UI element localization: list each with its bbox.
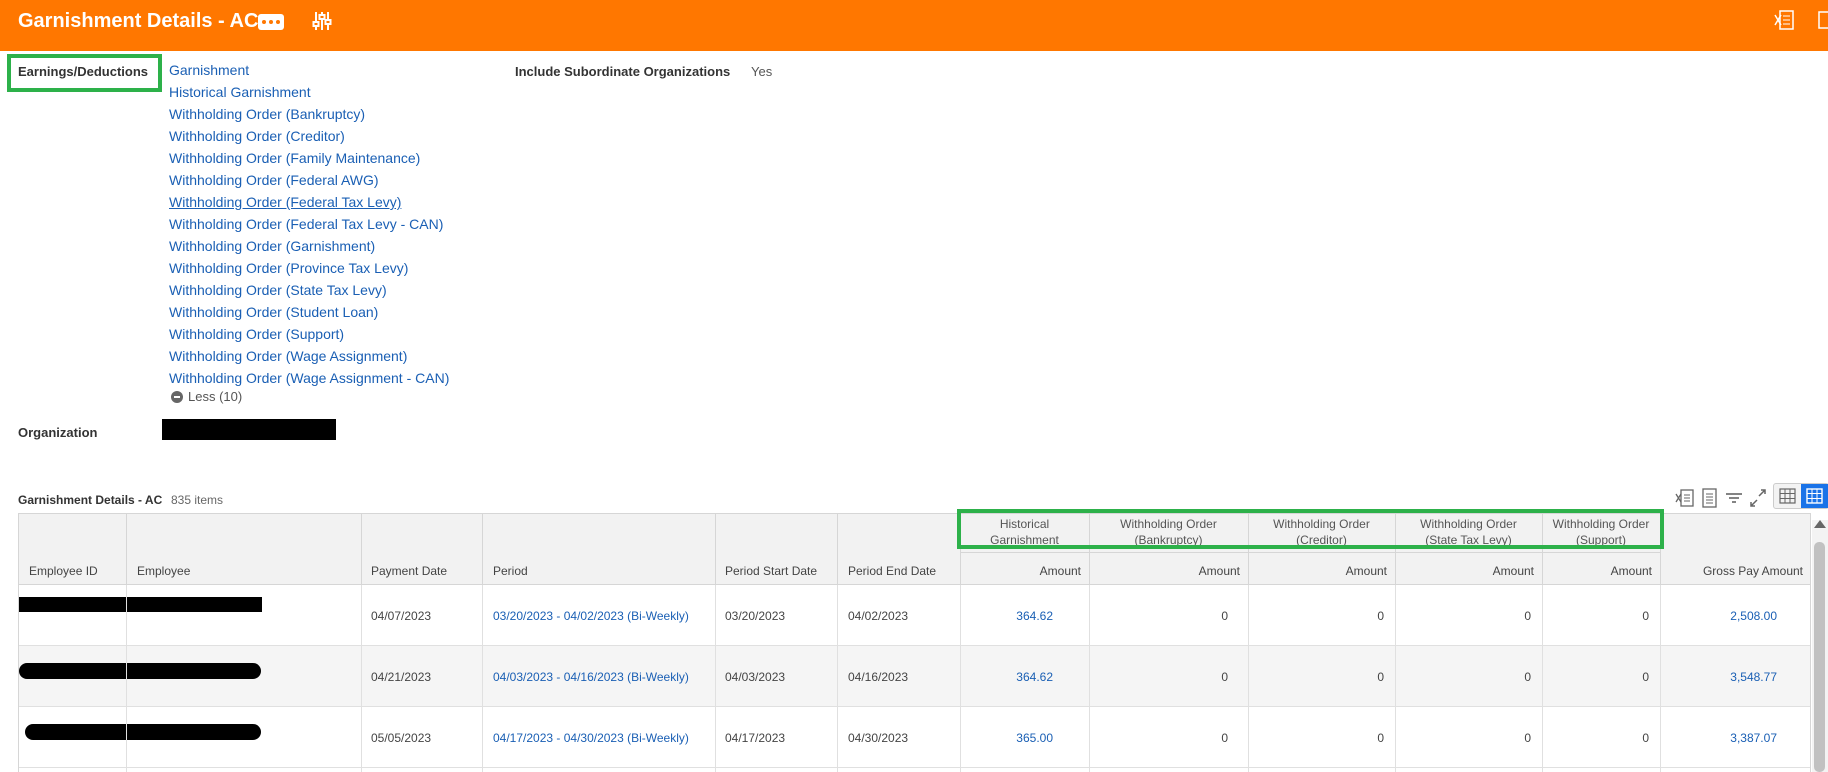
earning-item[interactable]: Withholding Order (Federal AWG) [169, 172, 449, 194]
view-toggle[interactable] [1773, 483, 1828, 509]
earning-item[interactable]: Withholding Order (Federal Tax Levy) [169, 194, 449, 216]
historical-amount-link[interactable]: 364.62 [960, 609, 1053, 623]
payment-date-cell: 04/21/2023 [371, 670, 432, 684]
grid-item-count: 835 items [171, 493, 224, 507]
sliders-icon[interactable] [311, 10, 333, 32]
subordinate-orgs-label: Include Subordinate Organizations [515, 64, 731, 79]
col-header-gross-pay[interactable]: Gross Pay Amount [1660, 564, 1803, 578]
more-icon[interactable] [258, 14, 284, 30]
page-header: Garnishment Details - AC [0, 0, 1828, 51]
creditor-amount-cell: 0 [1377, 609, 1384, 623]
creditor-amount-cell: 0 [1377, 670, 1384, 684]
col-header-amount-creditor[interactable]: Amount [1248, 564, 1387, 578]
period-start-cell: 04/03/2023 [725, 670, 786, 684]
employee-redacted [19, 663, 261, 679]
gross-pay-link[interactable]: 3,387.07 [1660, 731, 1777, 745]
support-amount-cell: 0 [1642, 731, 1649, 745]
earning-item[interactable]: Withholding Order (Family Maintenance) [169, 150, 449, 172]
grid-view-icon [1806, 488, 1823, 504]
col-header-amount-bankruptcy[interactable]: Amount [1089, 564, 1240, 578]
minus-circle-icon [171, 390, 183, 403]
period-end-cell: 04/30/2023 [848, 731, 909, 745]
grid-title: Garnishment Details - AC [18, 493, 163, 507]
bankruptcy-amount-cell: 0 [1221, 670, 1228, 684]
garnishment-table: Historical Garnishment Withholding Order(… [18, 513, 1811, 772]
earning-item[interactable]: Withholding Order (State Tax Levy) [169, 282, 449, 304]
bankruptcy-amount-cell: 0 [1221, 609, 1228, 623]
col-header-employee-id[interactable]: Employee ID [29, 564, 98, 578]
earning-item[interactable]: Withholding Order (Creditor) [169, 128, 449, 150]
subordinate-orgs-value: Yes [751, 64, 773, 79]
page-title: Garnishment Details - AC [18, 10, 259, 32]
period-link[interactable]: 03/20/2023 - 04/02/2023 (Bi-Weekly) [493, 609, 689, 623]
col-header-amount-state-tax[interactable]: Amount [1395, 564, 1534, 578]
historical-amount-link[interactable]: 364.62 [960, 670, 1053, 684]
export-excel-icon[interactable] [1774, 9, 1796, 31]
scrollbar-thumb[interactable] [1814, 542, 1825, 772]
creditor-amount-cell: 0 [1377, 731, 1384, 745]
earning-item[interactable]: Withholding Order (Wage Assignment) [169, 348, 449, 370]
col-header-payment-date[interactable]: Payment Date [371, 564, 447, 578]
grid-view-button[interactable] [1801, 484, 1828, 508]
period-start-cell: 03/20/2023 [725, 609, 786, 623]
state-tax-amount-cell: 0 [1524, 670, 1531, 684]
table-view-icon[interactable] [1779, 488, 1796, 504]
organization-label: Organization [18, 425, 98, 440]
gross-pay-link[interactable]: 3,548.77 [1660, 670, 1777, 684]
employee-redacted [25, 724, 261, 740]
export-pdf-icon[interactable] [1700, 487, 1720, 509]
state-tax-amount-cell: 0 [1524, 731, 1531, 745]
organization-redacted [162, 419, 336, 440]
print-icon[interactable] [1818, 9, 1828, 31]
col-header-period-end[interactable]: Period End Date [848, 564, 936, 578]
period-end-cell: 04/02/2023 [848, 609, 909, 623]
period-end-cell: 04/16/2023 [848, 670, 909, 684]
col-header-amount-support[interactable]: Amount [1542, 564, 1652, 578]
period-link[interactable]: 04/17/2023 - 04/30/2023 (Bi-Weekly) [493, 731, 689, 745]
earning-item[interactable]: Withholding Order (Federal Tax Levy - CA… [169, 216, 449, 238]
fullscreen-icon[interactable] [1748, 487, 1768, 509]
earning-item[interactable]: Withholding Order (Student Loan) [169, 304, 449, 326]
period-start-cell: 04/17/2023 [725, 731, 786, 745]
employee-redacted [19, 597, 262, 612]
earning-item[interactable]: Historical Garnishment [169, 84, 449, 106]
payment-date-cell: 04/07/2023 [371, 609, 432, 623]
less-toggle[interactable]: Less (10) [171, 389, 242, 404]
earnings-deductions-list: Garnishment Historical Garnishment Withh… [169, 62, 449, 392]
historical-amount-link[interactable]: 365.00 [960, 731, 1053, 745]
support-amount-cell: 0 [1642, 670, 1649, 684]
payment-date-cell: 05/05/2023 [371, 731, 432, 745]
state-tax-amount-cell: 0 [1524, 609, 1531, 623]
col-header-period[interactable]: Period [493, 564, 528, 578]
bankruptcy-amount-cell: 0 [1221, 731, 1228, 745]
group-header-highlight [957, 509, 1664, 549]
earning-item[interactable]: Withholding Order (Bankruptcy) [169, 106, 449, 128]
filter-icon[interactable] [1724, 487, 1744, 509]
earning-item[interactable]: Withholding Order (Garnishment) [169, 238, 449, 260]
col-header-amount-historical[interactable]: Amount [960, 564, 1081, 578]
earning-item[interactable]: Withholding Order (Province Tax Levy) [169, 260, 449, 282]
col-header-employee[interactable]: Employee [137, 564, 190, 578]
earnings-deductions-label: Earnings/Deductions [18, 64, 149, 79]
period-link[interactable]: 04/03/2023 - 04/16/2023 (Bi-Weekly) [493, 670, 689, 684]
earning-item[interactable]: Garnishment [169, 62, 449, 84]
support-amount-cell: 0 [1642, 609, 1649, 623]
col-header-period-start[interactable]: Period Start Date [725, 564, 817, 578]
less-label: Less (10) [188, 389, 243, 404]
earning-item[interactable]: Withholding Order (Support) [169, 326, 449, 348]
export-excel-icon[interactable] [1675, 487, 1695, 509]
scroll-up-arrow-icon[interactable] [1814, 520, 1826, 528]
gross-pay-link[interactable]: 2,508.00 [1660, 609, 1777, 623]
